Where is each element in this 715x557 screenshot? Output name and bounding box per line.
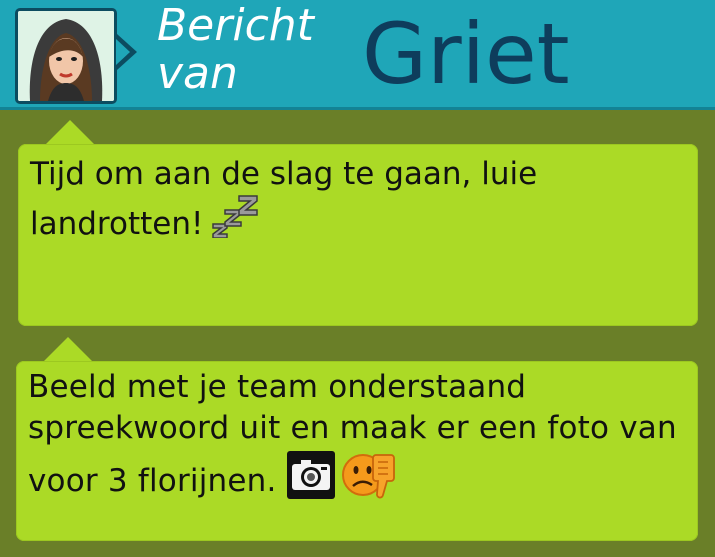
bubble-tail <box>44 337 92 361</box>
message-bubble-2: Beeld met je team onderstaand spreekwoor… <box>16 337 698 541</box>
message-bubble-1: Tijd om aan de slag te gaan, luie landro… <box>18 120 698 326</box>
avatar-portrait-icon <box>18 11 114 101</box>
avatar <box>15 8 117 104</box>
bubble-tail <box>46 120 94 144</box>
message-header: Bericht van Griet <box>0 0 715 110</box>
camera-icon <box>286 451 335 499</box>
message-1-text: Tijd om aan de slag te gaan, luie landro… <box>30 156 538 242</box>
header-title-prefix: Bericht van <box>157 0 314 99</box>
message-2: Beeld met je team onderstaand spreekwoor… <box>28 367 678 502</box>
header-sender-name: Griet <box>362 5 570 103</box>
thumbs-down-emoji-icon <box>341 454 395 499</box>
message-1: Tijd om aan de slag te gaan, luie landro… <box>30 154 678 244</box>
zzz-icon <box>212 195 259 238</box>
